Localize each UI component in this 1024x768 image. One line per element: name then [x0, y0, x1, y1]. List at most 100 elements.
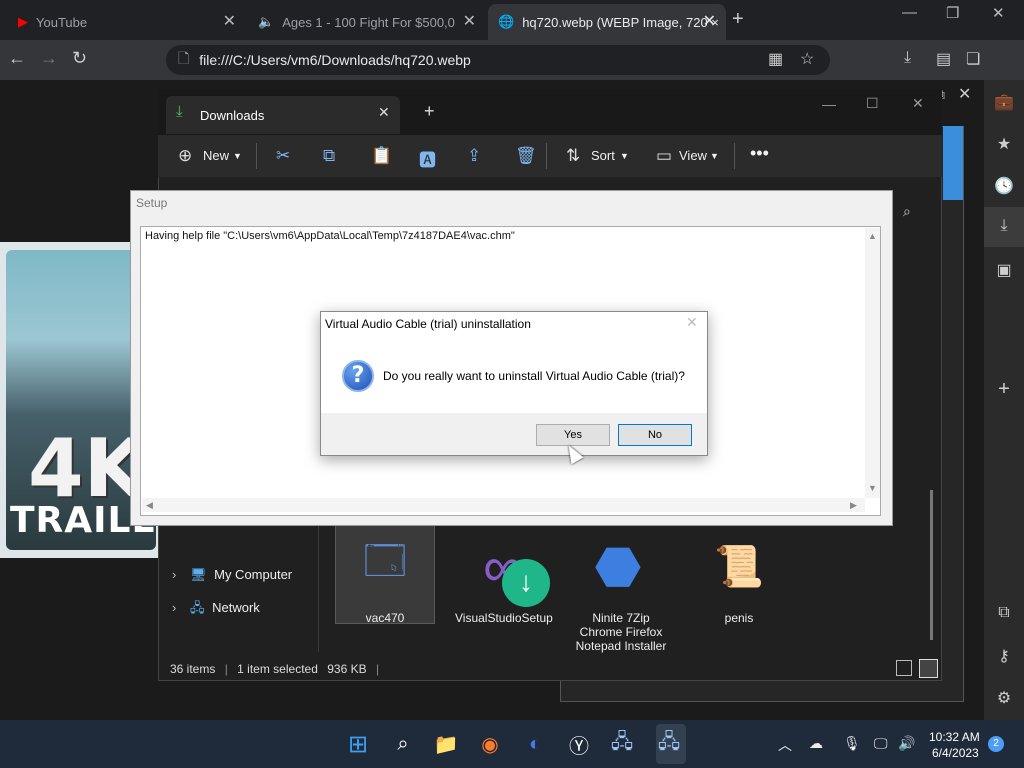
notification-badge[interactable]: 2	[988, 736, 1004, 752]
close-viewer-icon[interactable]: ✕	[958, 84, 971, 104]
divider	[546, 143, 547, 169]
onedrive-off-icon[interactable]: ☁	[809, 735, 823, 752]
cut-icon[interactable]: ✂	[276, 146, 290, 166]
dialog-title: Virtual Audio Cable (trial) uninstallati…	[325, 317, 531, 331]
bookmark-star-icon[interactable]: ☆	[800, 49, 814, 69]
view-icon[interactable]: ▭	[656, 146, 672, 166]
back-icon[interactable]: ←	[8, 48, 26, 69]
chevron-down-icon: ▼	[710, 151, 719, 161]
search-taskbar-icon[interactable]: ⌕	[386, 728, 420, 760]
chevron-down-icon: ▼	[233, 151, 242, 161]
scroll-down-icon[interactable]: ▼	[868, 483, 877, 493]
certificate-icon: 📜	[714, 544, 764, 589]
add-icon[interactable]: +	[984, 378, 1024, 401]
view-button[interactable]: View	[679, 148, 707, 163]
item-count: 36 items	[170, 662, 216, 676]
puzzle-icon[interactable]: ⧉	[984, 604, 1024, 622]
copy-icon[interactable]: ⧉	[323, 146, 335, 166]
sort-button[interactable]: Sort	[591, 148, 615, 163]
details-view-icon[interactable]	[896, 660, 912, 676]
yandex-icon[interactable]: Ⓨ	[562, 728, 596, 760]
file-penis[interactable]: 📜 penis	[691, 527, 787, 626]
briefcase-icon[interactable]: 💼	[984, 92, 1024, 112]
download-icon[interactable]: ⤓	[904, 49, 911, 67]
nav-item-my-computer[interactable]: › 🖥 My Computer	[172, 567, 292, 583]
start-windows-icon[interactable]: ⊞	[341, 728, 375, 760]
explorer-scrollbar[interactable]	[930, 490, 933, 640]
qr-code-icon[interactable]: ▦	[768, 49, 783, 69]
chevron-right-icon: ›	[172, 567, 177, 582]
close-window-icon[interactable]: ✕	[992, 4, 1005, 22]
nav-label: Network	[212, 600, 260, 615]
chevron-down-icon: ▼	[620, 151, 629, 161]
share-icon[interactable]: ⇪	[467, 146, 481, 166]
rename-icon[interactable]: 🅰	[419, 146, 436, 171]
downloads-arrow-icon: ⤓	[176, 103, 183, 120]
settings-gear-icon[interactable]: ⚙	[984, 688, 1024, 708]
explorer-status-bar: 36 items | 1 item selected 936 KB |	[170, 662, 380, 676]
forward-icon[interactable]: →	[40, 48, 58, 69]
address-bar[interactable]: 🗋 file:///C:/Users/vm6/Downloads/hq720.w…	[166, 45, 830, 75]
restore-icon[interactable]: ❐	[946, 4, 959, 22]
installer-app-icon[interactable]: 🖧	[652, 728, 686, 760]
explorer-maximize-icon[interactable]: ☐	[866, 95, 879, 112]
close-icon[interactable]: ✕	[703, 11, 716, 31]
nav-item-network[interactable]: › 🖧 Network	[172, 599, 260, 621]
more-options-icon[interactable]: •••	[750, 143, 769, 164]
favorites-star-icon[interactable]: ★	[984, 134, 1024, 154]
close-icon[interactable]: ✕	[463, 11, 476, 31]
history-icon[interactable]: 🕓	[984, 176, 1024, 196]
search-icon[interactable]: ⌕	[903, 203, 911, 220]
tray-chevron-up-icon[interactable]: ︿	[778, 735, 792, 755]
firefox-icon[interactable]: ◉	[473, 728, 507, 760]
network-tray-icon[interactable]: 🖵	[874, 735, 888, 752]
close-icon[interactable]: ✕	[223, 11, 236, 31]
scroll-up-icon[interactable]: ▲	[868, 231, 877, 241]
tiles-view-icon[interactable]	[919, 659, 938, 678]
explorer-minimize-icon[interactable]: —	[822, 96, 836, 112]
speaker-icon[interactable]: 🔈	[258, 14, 274, 30]
screenshot-icon[interactable]: ▣	[984, 260, 1024, 280]
minimize-icon[interactable]: —	[902, 4, 917, 21]
browser-app-icon[interactable]: ◐	[518, 728, 552, 760]
pane-divider	[318, 524, 319, 652]
clock-time[interactable]: 10:32 AM	[929, 730, 980, 744]
new-tab-icon[interactable]: +	[732, 8, 744, 31]
setup-horizontal-scrollbar[interactable]: ◀ ▶	[142, 498, 865, 512]
blue-accent-strip	[943, 126, 963, 200]
extensions-icon[interactable]: ▤	[936, 49, 951, 69]
new-button[interactable]: New	[203, 148, 229, 163]
setup-log-line: Having help file "C:\Users\vm6\AppData\L…	[145, 230, 515, 242]
dialog-close-icon[interactable]: ✕	[686, 314, 698, 331]
collections-icon[interactable]: ❏	[966, 49, 980, 69]
explorer-tab-downloads[interactable]: Downloads	[166, 96, 400, 134]
close-tab-icon[interactable]: ✕	[378, 104, 390, 121]
key-icon[interactable]: ⚷	[984, 646, 1024, 666]
explorer-close-icon[interactable]: ✕	[912, 95, 924, 112]
microphone-icon[interactable]: 🎙	[843, 735, 861, 752]
scroll-left-icon[interactable]: ◀	[146, 500, 153, 511]
tab-hq720-webp[interactable]: 🌐 hq720.webp (WEBP Image, 720 × ✕	[488, 4, 726, 40]
new-plus-icon[interactable]: ⊕	[178, 146, 192, 166]
scroll-right-icon[interactable]: ▶	[850, 500, 857, 511]
tab-ages-video[interactable]: 🔈 Ages 1 - 100 Fight For $500,0 ✕	[248, 4, 486, 40]
file-icon: 🗋	[178, 50, 190, 66]
sidebar-download-icon[interactable]: ⤓	[984, 217, 1024, 235]
setup-vertical-scrollbar[interactable]: ▲ ▼	[865, 228, 880, 498]
file-explorer-icon[interactable]: 📁	[429, 728, 463, 760]
new-explorer-tab-icon[interactable]: +	[424, 101, 435, 122]
clock-date[interactable]: 6/4/2023	[932, 746, 979, 760]
reload-icon[interactable]: ↻	[72, 48, 87, 69]
tab-youtube[interactable]: ▶ YouTube ✕	[8, 4, 246, 40]
delete-icon[interactable]: 🗑	[515, 146, 537, 166]
file-ninite-installer[interactable]: ⬣ Ninite 7Zip Chrome Firefox Notepad Ins…	[570, 527, 672, 654]
sort-icon[interactable]: ⇅	[566, 146, 580, 166]
file-vac470[interactable]: 🗔 vac470	[337, 527, 433, 625]
paste-icon[interactable]: 📋	[371, 146, 392, 166]
ninite-icon: ⬣	[594, 536, 642, 597]
tab-title: YouTube	[36, 14, 88, 30]
setup-app-icon[interactable]: 🖧	[605, 728, 639, 760]
volume-icon[interactable]: 🔊	[898, 735, 915, 752]
windows-taskbar	[0, 720, 1024, 768]
no-button[interactable]: No	[618, 424, 692, 446]
